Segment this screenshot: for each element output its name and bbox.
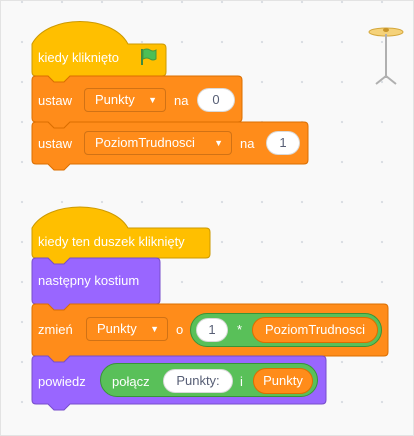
operand-left-input[interactable]: 1: [196, 318, 228, 342]
variable-dropdown[interactable]: Punkty ▼: [86, 317, 168, 341]
operator-symbol: *: [237, 322, 243, 337]
variable-name: Punkty: [95, 92, 135, 107]
green-flag-icon: [141, 48, 157, 65]
caret-down-icon: ▼: [150, 324, 159, 334]
join-label: połącz: [112, 374, 150, 389]
variable-dropdown[interactable]: Punkty ▼: [84, 88, 166, 112]
hat-label: kiedy kliknięto: [38, 50, 119, 65]
variable-name: Punkty: [97, 321, 137, 336]
to-label: na: [240, 136, 255, 151]
change-label: zmień: [38, 322, 73, 337]
caret-down-icon: ▼: [214, 138, 223, 148]
by-label: o: [176, 322, 184, 337]
joiner-label: i: [240, 374, 243, 389]
variable-reporter[interactable]: PoziomTrudnosci: [252, 317, 378, 343]
value-input[interactable]: 1: [266, 131, 300, 155]
join-text-input[interactable]: Punkty:: [163, 369, 233, 393]
to-label: na: [174, 93, 189, 108]
value-input[interactable]: 0: [197, 88, 235, 112]
next-costume-label: następny kostium: [38, 273, 140, 288]
cymbal-stand-icon: [368, 27, 404, 85]
variable-dropdown[interactable]: PoziomTrudnosci ▼: [84, 131, 232, 155]
caret-down-icon: ▼: [148, 95, 157, 105]
set-label: ustaw: [38, 136, 72, 151]
variable-reporter[interactable]: Punkty: [253, 368, 313, 394]
say-label: powiedz: [38, 374, 86, 389]
hat-label: kiedy ten duszek kliknięty: [38, 234, 185, 249]
variable-name: PoziomTrudnosci: [95, 135, 195, 150]
set-label: ustaw: [38, 93, 72, 108]
